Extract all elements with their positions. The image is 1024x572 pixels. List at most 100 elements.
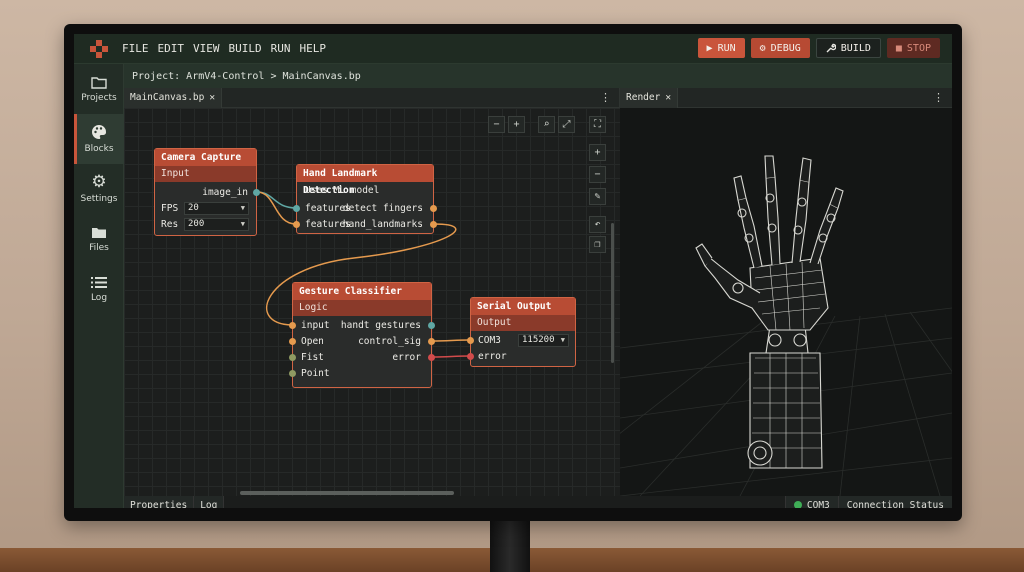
res-label: Res (161, 219, 179, 230)
gear-icon: ⚙ (759, 42, 766, 54)
more-options-icon[interactable]: ⋮ (600, 91, 611, 104)
input-port[interactable] (289, 322, 296, 329)
port-label: error (478, 351, 507, 362)
port-label: handt gestures (340, 320, 421, 331)
chevron-down-icon: ▼ (240, 220, 245, 228)
port-label: error (392, 352, 421, 363)
tab-log[interactable]: Log (194, 496, 225, 508)
close-icon[interactable]: ✕ (665, 92, 671, 103)
screen: FILE EDIT VIEW BUILD RUN HELP ▶ RUN ⚙ DE… (74, 34, 952, 508)
node-subtitle: Input (155, 166, 256, 182)
menu-run[interactable]: RUN (271, 42, 291, 55)
breadcrumb: Project: ArmV4-Control > MainCanvas.bp (124, 64, 952, 88)
status-bar: COM3 Connection Status (784, 496, 952, 508)
input-port[interactable] (293, 205, 300, 212)
port-label: image_in (202, 187, 248, 198)
sidebar-item-log[interactable]: Log (74, 264, 124, 314)
tab-label: Render (626, 92, 661, 103)
sidebar-item-label: Files (89, 242, 109, 253)
chevron-down-icon: ▼ (560, 336, 565, 344)
menu-edit[interactable]: EDIT (158, 42, 185, 55)
render-panel: Render ✕ ⋮ (620, 87, 952, 496)
node-serial-output[interactable]: Serial Output Output COM3 115200 ▼ error (467, 297, 576, 367)
gear-icon: ⚙ (91, 172, 107, 192)
output-port[interactable] (253, 189, 260, 196)
output-port[interactable] (428, 354, 435, 361)
stop-label: STOP (906, 42, 931, 54)
render-tabbar: Render ✕ ⋮ (620, 87, 952, 108)
monitor: FILE EDIT VIEW BUILD RUN HELP ▶ RUN ⚙ DE… (64, 24, 962, 521)
fps-value: 20 (188, 203, 199, 213)
output-port[interactable] (430, 221, 437, 228)
run-label: RUN (717, 42, 736, 54)
fps-select[interactable]: 20 ▼ (184, 202, 249, 215)
sidebar-item-files[interactable]: Files (74, 214, 124, 264)
sidebar-item-projects[interactable]: Projects (74, 64, 124, 114)
port-label: input (301, 320, 330, 331)
build-button[interactable]: BUILD (815, 38, 881, 58)
debug-button[interactable]: ⚙ DEBUG (750, 38, 810, 58)
port-status[interactable]: COM3 (784, 496, 838, 508)
node-title: Serial Output (471, 298, 575, 315)
monitor-stand (490, 518, 530, 572)
palette-icon (92, 125, 107, 139)
port-label: detect fingers (342, 203, 423, 214)
editor-tabbar: MainCanvas.bp ✕ ⋮ (124, 87, 619, 108)
port-label: Fist (301, 352, 324, 363)
menu-file[interactable]: FILE (122, 42, 149, 55)
node-camera-capture[interactable]: Camera Capture Input image_in FPS 20 ▼ Re… (154, 148, 260, 236)
output-port[interactable] (428, 338, 435, 345)
input-port[interactable] (467, 337, 474, 344)
editor-panel: MainCanvas.bp ✕ ⋮ − + ⌕ ⤢ ⛶ + − ✎ ↶ ❐ Ca… (124, 87, 620, 496)
connection-status[interactable]: Connection Status (837, 496, 952, 508)
input-port[interactable] (289, 370, 296, 377)
port-label: hand_landmarks (342, 219, 423, 230)
folder-icon (92, 227, 106, 238)
tab-render[interactable]: Render ✕ (620, 87, 679, 108)
node-canvas[interactable]: − + ⌕ ⤢ ⛶ + − ✎ ↶ ❐ Camera Capture Input… (124, 108, 620, 496)
port-label: control_sig (358, 336, 421, 347)
status-dot-icon (793, 501, 802, 508)
robot-hand-wireframe (620, 155, 952, 496)
node-title: Camera Capture (155, 149, 256, 166)
sidebar-item-settings[interactable]: ⚙ Settings (74, 164, 124, 214)
res-select[interactable]: 200 ▼ (184, 218, 249, 231)
render-viewport[interactable] (620, 108, 952, 496)
run-button[interactable]: ▶ RUN (697, 38, 745, 58)
baud-select[interactable]: 115200 ▼ (518, 334, 569, 347)
node-hand-landmark-detection[interactable]: Hand Landmark Detection Uses ML model fe… (293, 164, 437, 234)
breadcrumb-project[interactable]: Project: ArmV4-Control (132, 71, 264, 82)
tab-label: MainCanvas.bp (130, 92, 205, 103)
node-subtitle: Logic (293, 300, 431, 316)
chevron-down-icon: ▼ (240, 204, 245, 212)
sidebar-item-blocks[interactable]: Blocks (74, 114, 124, 164)
build-label: BUILD (840, 42, 871, 54)
port-label: Open (301, 336, 324, 347)
baud-value: 115200 (522, 335, 555, 345)
folder-icon (91, 76, 107, 89)
output-port[interactable] (430, 205, 437, 212)
menu-help[interactable]: HELP (300, 42, 327, 55)
tab-maincanvas[interactable]: MainCanvas.bp ✕ (124, 87, 223, 108)
input-port[interactable] (289, 354, 296, 361)
port-label: COM3 (478, 335, 501, 346)
more-options-icon[interactable]: ⋮ (933, 91, 944, 104)
stop-icon: ■ (895, 42, 902, 54)
menu-build[interactable]: BUILD (229, 42, 262, 55)
close-icon[interactable]: ✕ (209, 92, 215, 103)
app-logo-icon (90, 39, 108, 58)
node-subtitle: Output (471, 315, 575, 331)
input-port[interactable] (289, 338, 296, 345)
port-label: Point (301, 368, 330, 379)
input-port[interactable] (293, 221, 300, 228)
stop-button[interactable]: ■ STOP (886, 38, 940, 58)
input-port[interactable] (467, 353, 474, 360)
sidebar-item-label: Log (90, 292, 108, 303)
output-port[interactable] (428, 322, 435, 329)
sidebar-item-label: Projects (81, 92, 117, 103)
menu-view[interactable]: VIEW (193, 42, 220, 55)
tab-properties[interactable]: Properties (124, 496, 195, 508)
node-gesture-classifier[interactable]: Gesture Classifier Logic input handt ges… (289, 282, 435, 388)
breadcrumb-separator: > (270, 70, 277, 82)
breadcrumb-file[interactable]: MainCanvas.bp (282, 71, 360, 82)
